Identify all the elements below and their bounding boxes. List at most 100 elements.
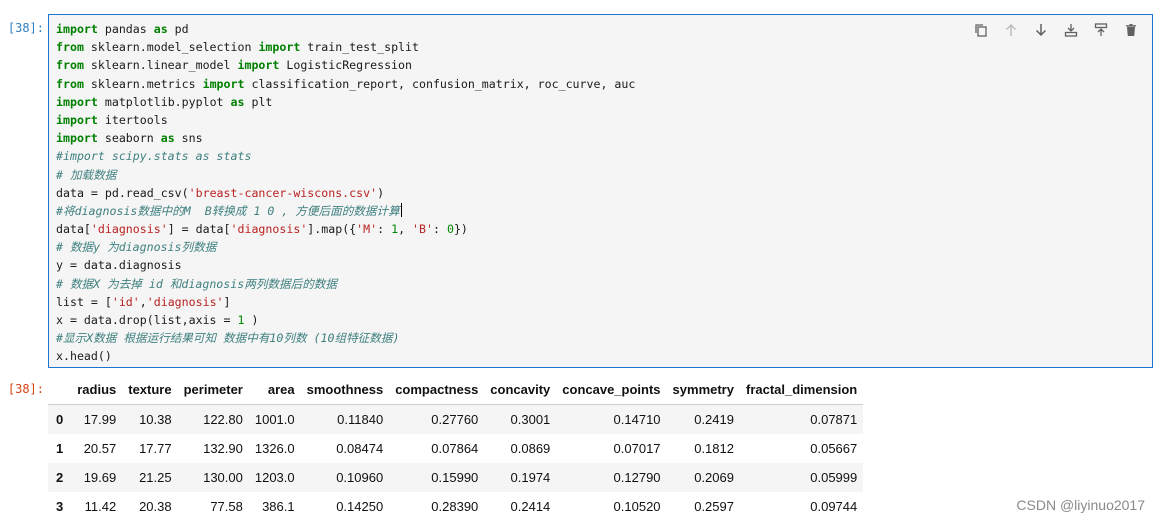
- code-token: 'B': [412, 222, 433, 237]
- code-line: data = pd.read_csv('breast-cancer-wiscon…: [56, 184, 635, 202]
- table-cell: 0.14710: [613, 412, 661, 427]
- table-cell: 0.05667: [810, 441, 858, 456]
- column-header: concave_points: [556, 374, 667, 405]
- table-cell: 0.14250: [336, 499, 384, 514]
- code-line: #显示X数据 根据运行结果可知 数据中有10列数 (10组特征数据): [56, 329, 635, 347]
- code-line: #import scipy.stats as stats: [56, 147, 635, 165]
- code-token: import: [56, 22, 98, 36]
- code-line: from sklearn.model_selection import trai…: [56, 38, 635, 56]
- code-token: LogisticRegression: [279, 58, 412, 73]
- code-content[interactable]: import pandas as pd from sklearn.model_se…: [56, 20, 635, 366]
- table-header-row: radius texture perimeter area smoothness comp…: [48, 374, 864, 405]
- table-row: 3 11.42 20.38 77.58 386.1 0.14250 0.28390 0.241…: [48, 492, 864, 521]
- code-line: # 加载数据: [56, 166, 635, 184]
- code-token: sklearn.linear_model: [83, 58, 238, 73]
- duplicate-button[interactable]: [966, 19, 996, 43]
- code-token: itertools: [97, 112, 168, 127]
- row-index: 1: [56, 441, 64, 456]
- code-token: sklearn.model_selection: [83, 40, 259, 55]
- table-row: 2 19.69 21.25 130.00 1203.0 0.10960 0.15990 0.1…: [48, 463, 864, 492]
- code-token: import: [202, 76, 245, 91]
- code-token: 'breast-cancer-wiscons.csv': [188, 185, 378, 200]
- code-token: 'diagnosis': [146, 294, 224, 309]
- insert-above-icon: [1064, 22, 1078, 41]
- code-token: ,: [139, 294, 147, 309]
- column-header: area: [248, 374, 301, 405]
- code-token: as: [230, 94, 245, 109]
- column-header: concavity: [484, 374, 557, 405]
- table-row: 0 17.99 10.38 122.80 1001.0 0.11840 0.27760 0.3…: [48, 404, 864, 434]
- code-token: ,: [398, 222, 413, 237]
- code-token: ): [377, 185, 385, 200]
- code-line: import seaborn as sns: [56, 129, 635, 147]
- table-cell: 0.07864: [431, 441, 479, 456]
- code-line: list = ['id','diagnosis']: [56, 293, 635, 311]
- table-cell: 11.42: [84, 499, 117, 514]
- table-cell: 0.07017: [613, 441, 661, 456]
- code-token: 'M': [356, 222, 378, 237]
- table-cell: 0.27760: [431, 412, 479, 427]
- code-token: ]: [223, 294, 231, 309]
- code-line: import pandas as pd: [56, 20, 635, 38]
- table-cell: 1001.0: [254, 412, 295, 427]
- input-prompt: [38]:: [7, 21, 44, 35]
- column-header: symmetry: [666, 374, 740, 405]
- code-token: from: [56, 58, 84, 73]
- column-header: perimeter: [177, 374, 249, 405]
- code-token: x.head(): [56, 349, 112, 364]
- move-up-icon: [1004, 22, 1018, 41]
- code-token: 'diagnosis': [230, 222, 308, 237]
- code-token: data = pd.read_csv(: [56, 185, 189, 200]
- column-header: compactness: [389, 374, 485, 405]
- code-line: # 数据X 为去掉 id 和diagnosis两列数据后的数据: [56, 275, 635, 293]
- table-cell: 0.11840: [337, 412, 384, 427]
- table-cell: 122.80: [203, 412, 243, 427]
- code-cell-editor[interactable]: import pandas as pd from sklearn.model_se…: [48, 14, 1153, 368]
- code-token: #import scipy.stats as stats: [56, 149, 252, 164]
- insert-below-button[interactable]: [1086, 19, 1116, 43]
- code-token: from: [56, 40, 84, 55]
- watermark: CSDN @liyinuo2017: [1016, 497, 1145, 513]
- code-token: # 加载数据: [56, 167, 117, 182]
- row-index: 2: [56, 470, 64, 485]
- cell-toolbar: [966, 19, 1146, 43]
- column-header: radius: [71, 374, 123, 405]
- code-line: x = data.drop(list,axis = 1 ): [56, 311, 635, 329]
- code-token: ] = data[: [167, 222, 231, 237]
- table-cell: 20.57: [83, 441, 117, 456]
- table-cell: 17.99: [83, 412, 117, 427]
- insert-above-button[interactable]: [1056, 19, 1086, 43]
- code-token: #将diagnosis数据中的M B转换成 1 0 , 方便后面的数据计算: [56, 203, 400, 218]
- table-cell: 0.2069: [694, 470, 734, 485]
- table-cell: 0.07871: [810, 412, 858, 427]
- table-cell: 0.12790: [613, 470, 661, 485]
- table-cell: 17.77: [139, 441, 172, 456]
- code-token: :: [433, 222, 447, 237]
- table-cell: 0.28390: [431, 499, 479, 514]
- cell-output: radius texture perimeter area smoothness comp…: [48, 374, 864, 521]
- duplicate-icon: [974, 22, 988, 41]
- delete-icon: [1124, 22, 1138, 41]
- table-cell: 10.38: [139, 412, 172, 427]
- table-cell: 1203.0: [254, 470, 295, 485]
- code-token: seaborn: [97, 131, 161, 146]
- code-line: #将diagnosis数据中的M B转换成 1 0 , 方便后面的数据计算: [56, 202, 635, 220]
- table-cell: 0.0869: [510, 441, 551, 456]
- delete-button[interactable]: [1116, 19, 1146, 43]
- table-cell: 0.15990: [431, 470, 479, 485]
- table-cell: 19.69: [83, 470, 117, 485]
- move-down-button[interactable]: [1026, 19, 1056, 43]
- move-up-button[interactable]: [996, 19, 1026, 43]
- table-cell: 0.09744: [810, 499, 858, 514]
- table-cell: 130.00: [203, 470, 243, 485]
- code-token: # 数据y 为diagnosis列数据: [56, 240, 217, 255]
- dataframe-table: radius texture perimeter area smoothness comp…: [48, 374, 864, 521]
- code-token: as: [153, 22, 168, 36]
- code-token: y = data.diagnosis: [56, 258, 182, 273]
- table-cell: 20.38: [139, 499, 172, 514]
- output-prompt: [38]:: [7, 382, 44, 396]
- code-token: sns: [174, 131, 203, 146]
- table-cell: 0.10520: [613, 499, 661, 514]
- code-token: :: [377, 222, 392, 237]
- table-cell: 132.90: [203, 441, 243, 456]
